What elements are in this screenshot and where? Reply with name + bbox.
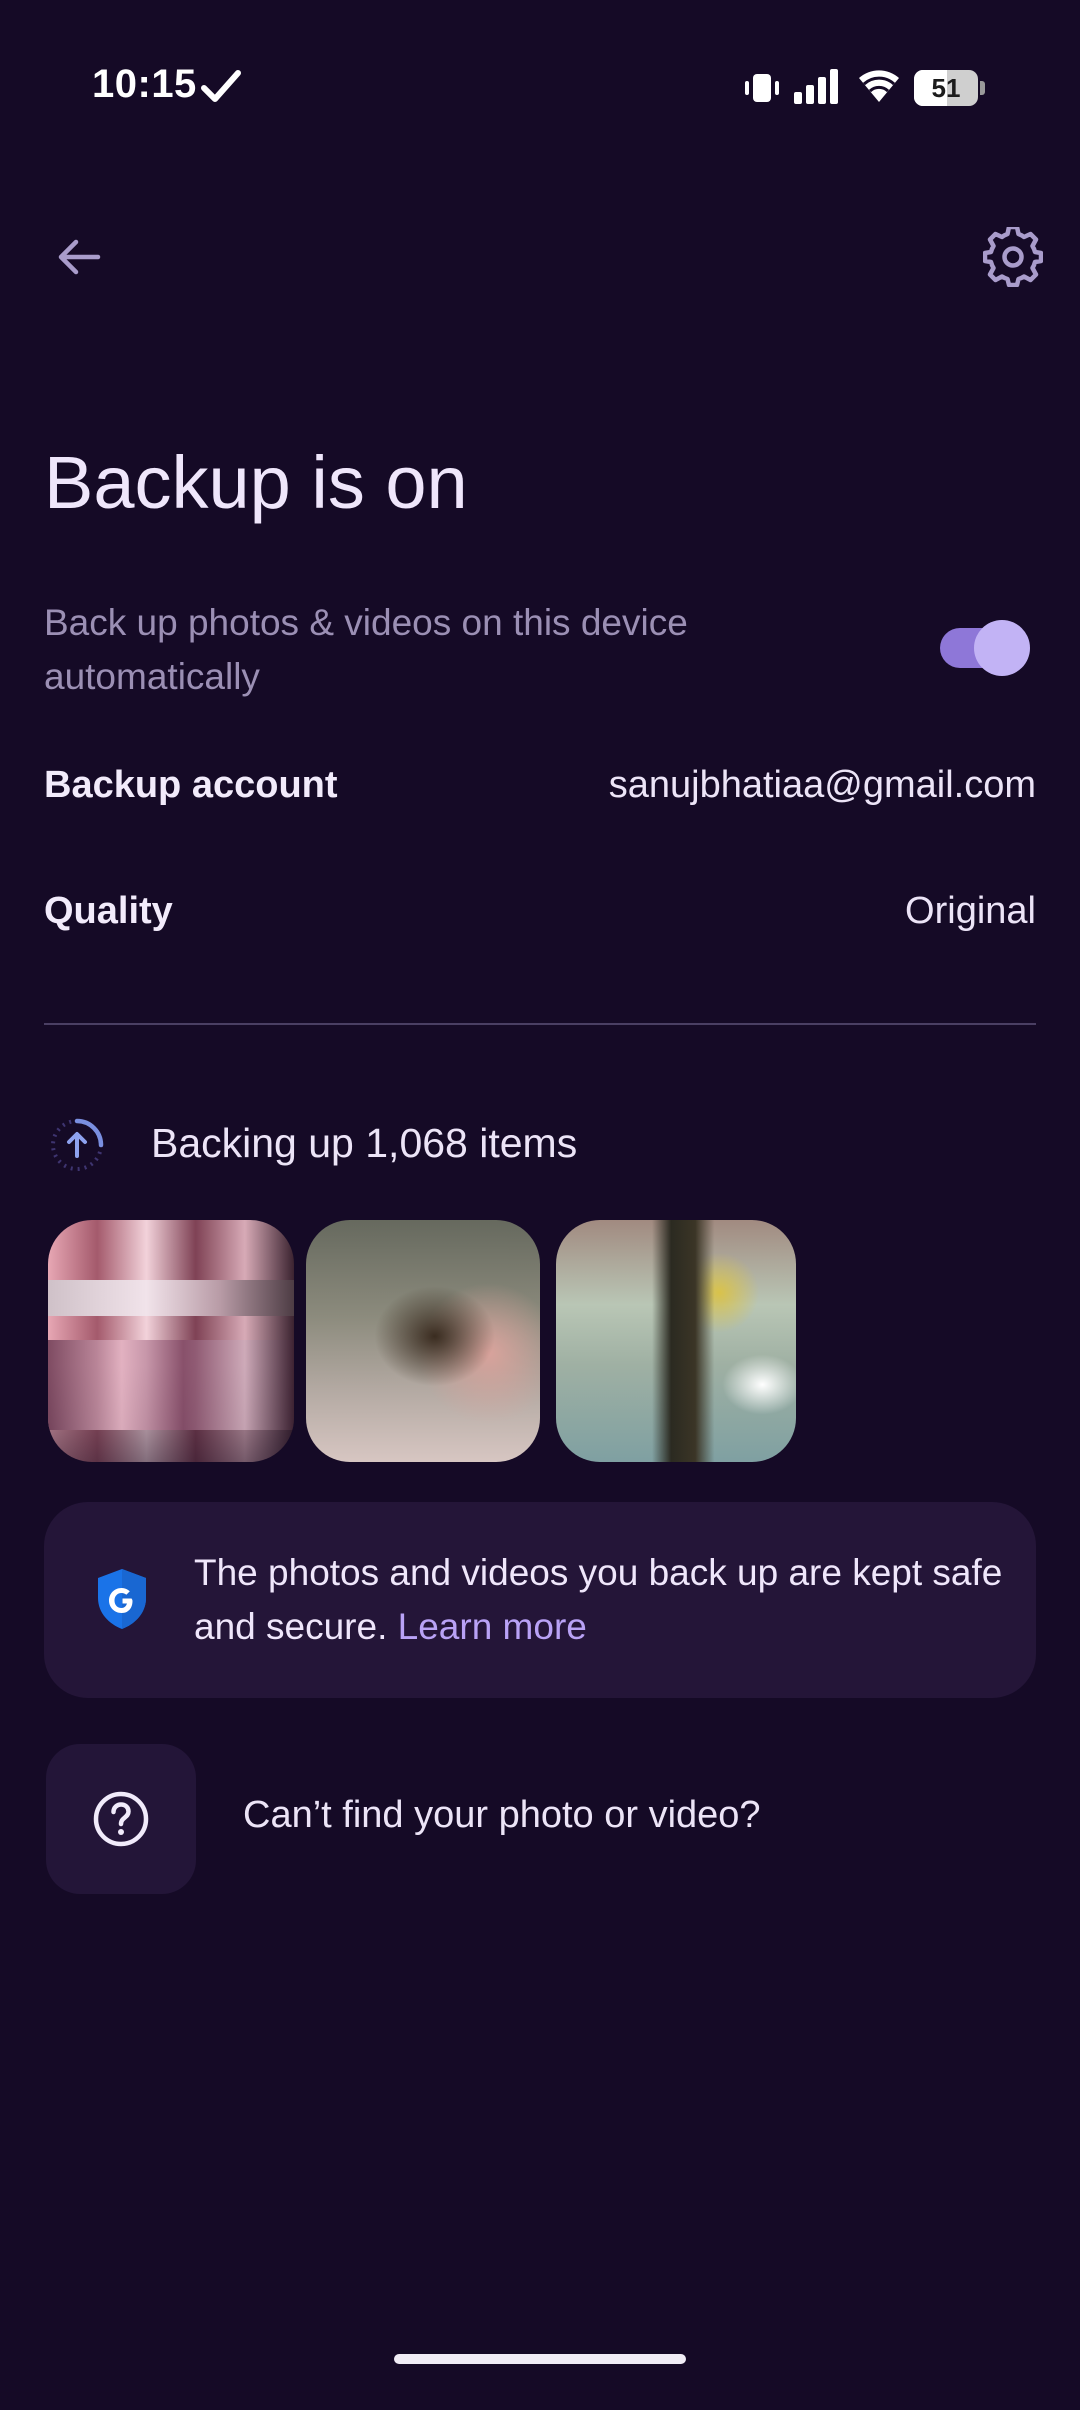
home-indicator[interactable] [394, 2354, 686, 2364]
photo-thumbnail[interactable] [48, 1220, 294, 1462]
security-info-card: The photos and videos you back up are ke… [44, 1502, 1036, 1698]
photo-thumbnail[interactable] [306, 1220, 540, 1462]
quality-row[interactable]: Quality Original [44, 884, 1036, 938]
back-button[interactable] [44, 222, 114, 292]
security-info-text: The photos and videos you back up are ke… [194, 1546, 1014, 1654]
learn-more-link[interactable]: Learn more [398, 1606, 587, 1647]
battery-indicator: 51 [914, 70, 986, 106]
upload-progress-icon [51, 1118, 104, 1171]
cant-find-photo-link[interactable]: Can’t find your photo or video? [243, 1794, 761, 1837]
signal-icon [794, 69, 838, 104]
quality-label: Quality [44, 889, 173, 932]
wifi-icon [859, 70, 899, 102]
backup-account-value: sanujbhatiaa@gmail.com [608, 763, 1036, 806]
status-clock: 10:15 [92, 62, 197, 106]
security-info-message: The photos and videos you back up are ke… [194, 1552, 1003, 1647]
check-icon [201, 70, 241, 102]
quality-value: Original [905, 889, 1036, 932]
page-title: Backup is on [44, 441, 468, 524]
question-circle-icon [93, 1791, 149, 1847]
backup-account-row[interactable]: Backup account sanujbhatiaa@gmail.com [44, 758, 1036, 812]
settings-button[interactable] [978, 222, 1048, 292]
arrow-back-icon [58, 239, 101, 275]
backup-toggle[interactable] [940, 620, 1030, 678]
auto-backup-description: Back up photos & videos on this device a… [44, 602, 688, 697]
backup-progress-text: Backing up 1,068 items [151, 1120, 578, 1166]
google-shield-icon [98, 1569, 146, 1629]
backup-account-label: Backup account [44, 763, 338, 806]
vibrate-icon [745, 74, 779, 102]
help-button[interactable] [46, 1744, 196, 1894]
backup-screen: 10:15 51 Backup is on Back up photos & v… [0, 0, 1080, 2410]
gear-icon [983, 227, 1043, 287]
divider [44, 1023, 1036, 1025]
battery-level: 51 [931, 73, 961, 103]
photo-thumbnail[interactable] [556, 1220, 796, 1462]
status-bar: 10:15 51 [0, 0, 1080, 175]
